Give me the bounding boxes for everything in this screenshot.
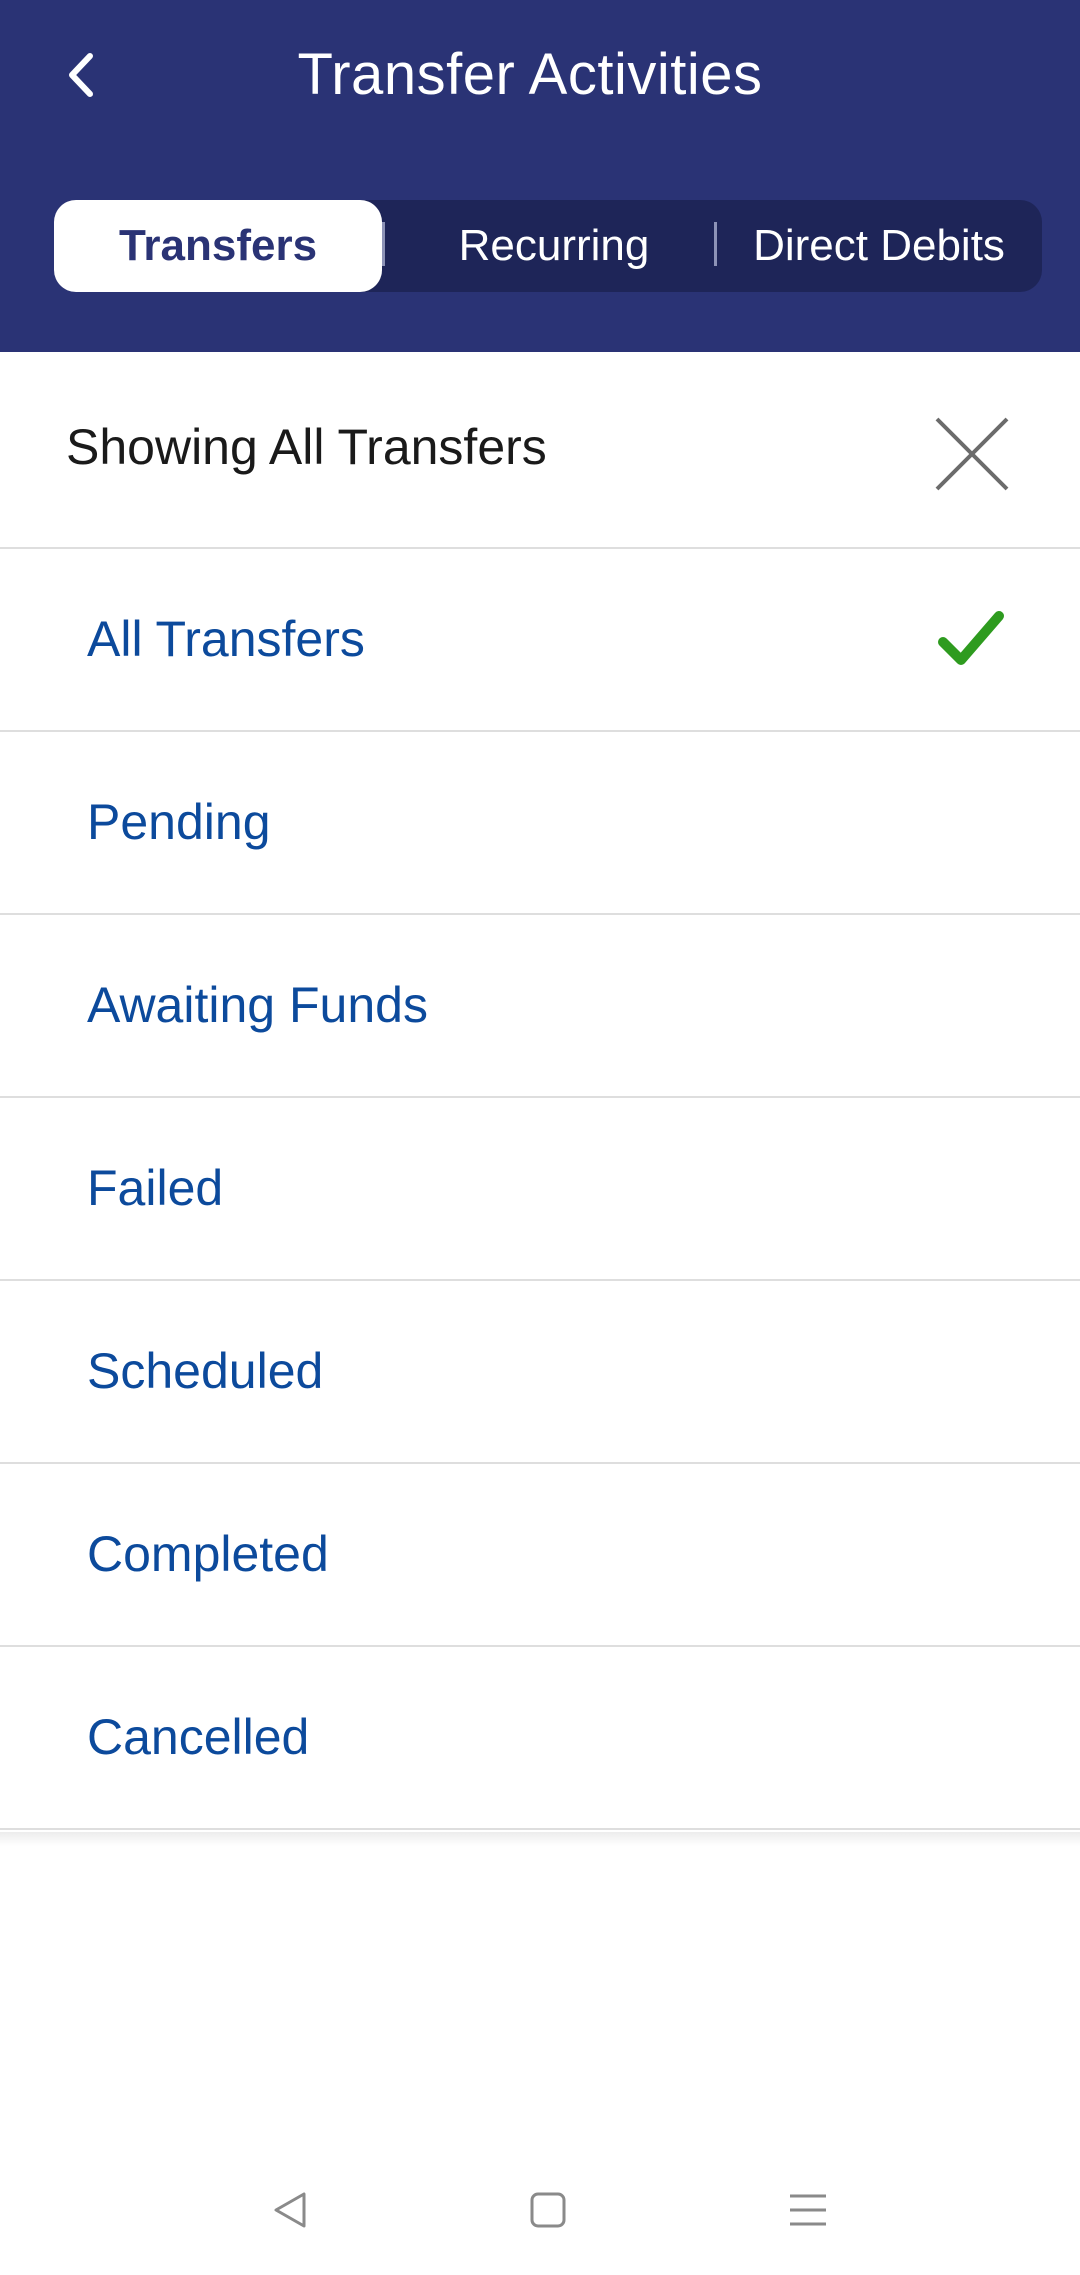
close-icon xyxy=(935,417,1009,491)
triangle-back-icon xyxy=(274,2192,306,2228)
tab-recurring[interactable]: Recurring xyxy=(394,200,714,292)
filter-panel-header: Showing All Transfers xyxy=(0,352,1080,549)
filter-option-label: Awaiting Funds xyxy=(87,977,428,1033)
app-header: Transfer Activities Transfers Recurring … xyxy=(0,0,1080,352)
nav-back-button[interactable] xyxy=(260,2180,320,2240)
filter-title: Showing All Transfers xyxy=(66,419,547,475)
transfer-activities-screen: Transfer Activities Transfers Recurring … xyxy=(0,0,1080,2275)
filter-option-label: Completed xyxy=(87,1526,329,1582)
tab-divider xyxy=(714,222,717,266)
panel-shadow xyxy=(0,1832,1080,1846)
filter-option-cancelled[interactable]: Cancelled xyxy=(0,1647,1080,1830)
close-button[interactable] xyxy=(925,407,1019,501)
segmented-tabs: Transfers Recurring Direct Debits xyxy=(54,200,1042,292)
nav-menu-button[interactable] xyxy=(778,2180,838,2240)
filter-option-completed[interactable]: Completed xyxy=(0,1464,1080,1647)
filter-option-awaiting-funds[interactable]: Awaiting Funds xyxy=(0,915,1080,1098)
filter-option-label: Pending xyxy=(87,794,271,850)
tab-divider xyxy=(382,222,385,266)
filter-option-failed[interactable]: Failed xyxy=(0,1098,1080,1281)
filter-option-all-transfers[interactable]: All Transfers xyxy=(0,549,1080,732)
filter-option-label: Failed xyxy=(87,1160,224,1216)
nav-home-button[interactable] xyxy=(518,2180,578,2240)
menu-lines-icon xyxy=(790,2194,826,2226)
filter-option-label: All Transfers xyxy=(87,611,365,667)
checkmark-icon xyxy=(938,611,1004,665)
filter-option-scheduled[interactable]: Scheduled xyxy=(0,1281,1080,1464)
square-home-icon xyxy=(530,2192,566,2228)
page-title: Transfer Activities xyxy=(297,42,763,107)
filter-option-label: Cancelled xyxy=(87,1709,310,1765)
tab-direct-debits[interactable]: Direct Debits xyxy=(719,200,1039,292)
tab-transfers[interactable]: Transfers xyxy=(54,200,382,292)
filter-option-label: Scheduled xyxy=(87,1343,324,1399)
filter-option-pending[interactable]: Pending xyxy=(0,732,1080,915)
